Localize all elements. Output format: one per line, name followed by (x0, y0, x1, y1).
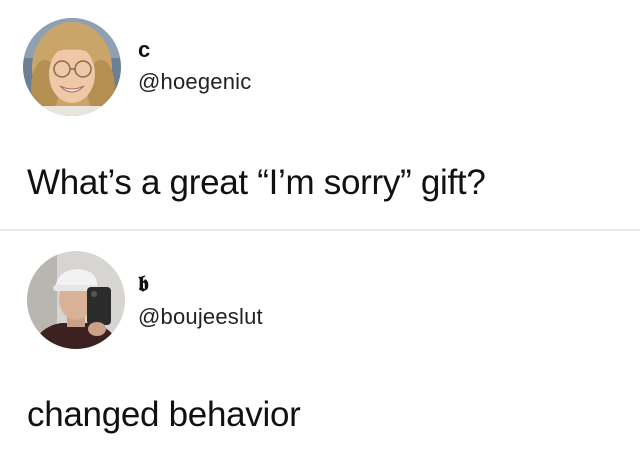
display-name[interactable]: 𝖇 (138, 271, 149, 297)
avatar[interactable] (27, 251, 125, 349)
tweet-2[interactable]: 𝖇 @boujeeslut changed behavior (0, 231, 640, 460)
tweet-1[interactable]: c @hoegenic What’s a great “I’m sorry” g… (0, 0, 640, 229)
display-name[interactable]: c (138, 37, 150, 63)
username-handle[interactable]: @boujeeslut (138, 304, 263, 330)
tweet-text: changed behavior (27, 395, 301, 434)
avatar-photo (23, 18, 121, 116)
username-handle[interactable]: @hoegenic (138, 69, 251, 95)
avatar[interactable] (23, 18, 121, 116)
tweet-text: What’s a great “I’m sorry” gift? (27, 163, 486, 202)
avatar-photo (27, 251, 125, 349)
